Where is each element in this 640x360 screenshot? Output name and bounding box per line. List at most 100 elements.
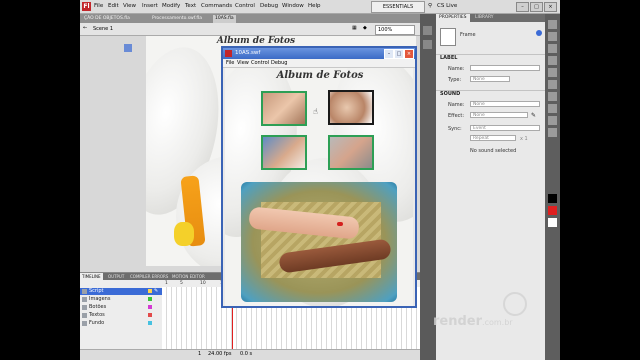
- menu-window[interactable]: Window: [282, 3, 304, 9]
- doc-tab-objetos[interactable]: ÇÃO DE OBJETOS.fla: [82, 15, 132, 23]
- swf-menu-control[interactable]: Control: [251, 59, 269, 67]
- repeat-select[interactable]: Repeat: [470, 135, 516, 141]
- pencil-icon[interactable]: ✎: [154, 288, 158, 295]
- photo-thumb-hands[interactable]: [261, 91, 307, 126]
- frame-type-icon: [440, 28, 456, 46]
- watermark-main: render: [433, 314, 483, 329]
- frame-name-input[interactable]: [470, 65, 540, 71]
- layer-script[interactable]: Script ✎: [80, 288, 162, 295]
- transform-tool-icon[interactable]: [548, 44, 557, 53]
- close-button[interactable]: ×: [544, 2, 557, 12]
- layer-fundo[interactable]: Fundo: [80, 320, 162, 327]
- layer-color-swatch: [148, 289, 152, 293]
- edit-scene-icon[interactable]: ▦: [352, 25, 357, 31]
- brush-tool-icon[interactable]: [548, 128, 557, 137]
- menu-bar: Fl File Edit View Insert Modify Text Com…: [80, 0, 560, 14]
- help-icon[interactable]: [536, 30, 542, 36]
- layer-color-swatch: [148, 321, 152, 325]
- pencil-icon[interactable]: ✎: [531, 112, 536, 119]
- menu-help[interactable]: Help: [308, 3, 321, 9]
- subselect-tool-icon[interactable]: [548, 32, 557, 41]
- selection-tool-icon[interactable]: [548, 20, 557, 29]
- tab-motion-editor[interactable]: MOTION EDITOR: [170, 273, 207, 280]
- pen-tool-icon[interactable]: [548, 68, 557, 77]
- search-icon[interactable]: ⚲: [428, 3, 432, 9]
- swf-menu-debug[interactable]: Debug: [271, 59, 287, 67]
- sync-select[interactable]: Event: [470, 125, 540, 131]
- layer-name: Textos: [89, 312, 105, 318]
- panel-icon[interactable]: [423, 26, 432, 35]
- menu-text[interactable]: Text: [185, 3, 196, 9]
- fill-color-swatch[interactable]: [548, 206, 557, 215]
- scene-label[interactable]: Scene 1: [93, 26, 113, 32]
- effect-select[interactable]: None: [470, 112, 528, 118]
- menu-file[interactable]: File: [94, 3, 103, 9]
- large-photo-frame[interactable]: [241, 182, 397, 302]
- tools-panel: [545, 14, 560, 360]
- sound-section[interactable]: SOUND: [436, 90, 545, 97]
- layer-name: Imagens: [89, 296, 111, 302]
- line-tool-icon[interactable]: [548, 92, 557, 101]
- menu-view[interactable]: View: [123, 3, 136, 9]
- menu-edit[interactable]: Edit: [108, 3, 119, 9]
- tab-properties[interactable]: PROPERTIES: [436, 14, 470, 22]
- menu-modify[interactable]: Modify: [162, 3, 180, 9]
- cs-live-label[interactable]: CS Live: [437, 3, 457, 9]
- stage-title: Album de Fotos: [216, 36, 296, 46]
- minimize-button[interactable]: –: [516, 2, 529, 12]
- layer-botoes[interactable]: Botões: [80, 304, 162, 311]
- right-letterbox: [560, 0, 640, 360]
- layer-icon: [82, 321, 87, 326]
- tab-library[interactable]: LIBRARY: [472, 14, 497, 22]
- swf-preview-window[interactable]: 10AS.swf – □ × File View Control Debug A…: [221, 46, 417, 308]
- properties-tabs: PROPERTIES LIBRARY: [436, 14, 545, 22]
- frame-number: 5: [180, 281, 183, 286]
- layer-imagens[interactable]: Imagens: [80, 296, 162, 303]
- swf-menu-view[interactable]: View: [237, 59, 249, 67]
- tab-timeline[interactable]: TIMELINE: [80, 273, 103, 280]
- pencil-tool-icon[interactable]: [548, 116, 557, 125]
- lasso-tool-icon[interactable]: [548, 56, 557, 65]
- swf-minimize-button[interactable]: –: [384, 49, 394, 59]
- hand-cursor-icon: ☝: [313, 107, 318, 116]
- text-tool-icon[interactable]: [548, 80, 557, 89]
- menu-commands[interactable]: Commands: [201, 3, 232, 9]
- layer-name: Script: [89, 288, 104, 294]
- layer-textos[interactable]: Textos: [80, 312, 162, 319]
- swf-title-bar[interactable]: 10AS.swf – □ ×: [223, 48, 415, 59]
- stroke-color-swatch[interactable]: [548, 194, 557, 203]
- doc-tab-10as[interactable]: 10AS.fla: [213, 15, 236, 23]
- label-type-select[interactable]: None: [470, 76, 510, 82]
- tab-compiler-errors[interactable]: COMPILER ERRORS: [128, 273, 170, 280]
- workspace-switcher[interactable]: ESSENTIALS: [371, 1, 425, 13]
- panel-icon[interactable]: [423, 40, 432, 49]
- layer-name: Botões: [89, 304, 107, 310]
- tab-output[interactable]: OUTPUT: [106, 273, 126, 280]
- rectangle-tool-icon[interactable]: [548, 104, 557, 113]
- flash-player-icon: [225, 50, 232, 57]
- swf-close-button[interactable]: ×: [404, 49, 414, 59]
- sound-name-select[interactable]: None: [470, 101, 540, 107]
- label-section[interactable]: LABEL: [436, 54, 545, 61]
- layer-color-swatch: [148, 297, 152, 301]
- repeat-count[interactable]: x 1: [520, 136, 528, 142]
- menu-debug[interactable]: Debug: [260, 3, 278, 9]
- menu-insert[interactable]: Insert: [142, 3, 158, 9]
- swf-menu-file[interactable]: File: [226, 59, 234, 67]
- frame-number: 1: [165, 281, 168, 286]
- doc-tab-processamento[interactable]: Processamento.swf.fla: [150, 15, 204, 23]
- maximize-button[interactable]: □: [530, 2, 543, 12]
- zoom-select[interactable]: 100%: [375, 25, 415, 35]
- photo-thumb-baby[interactable]: [261, 135, 307, 170]
- swap-colors-icon[interactable]: [548, 218, 557, 227]
- swf-maximize-button[interactable]: □: [394, 49, 404, 59]
- back-arrow-icon[interactable]: ←: [83, 25, 87, 31]
- photo-thumb-rings[interactable]: [328, 135, 374, 170]
- flash-app-window: Fl File Edit View Insert Modify Text Com…: [80, 0, 560, 360]
- selection-type: Frame: [460, 32, 476, 38]
- menu-control[interactable]: Control: [235, 3, 255, 9]
- photo-thumb-belly[interactable]: [328, 90, 374, 125]
- layer-icon: [82, 297, 87, 302]
- edit-symbol-icon[interactable]: ◆: [363, 25, 367, 31]
- document-tabs: ÇÃO DE OBJETOS.fla Processamento.swf.fla…: [80, 14, 420, 23]
